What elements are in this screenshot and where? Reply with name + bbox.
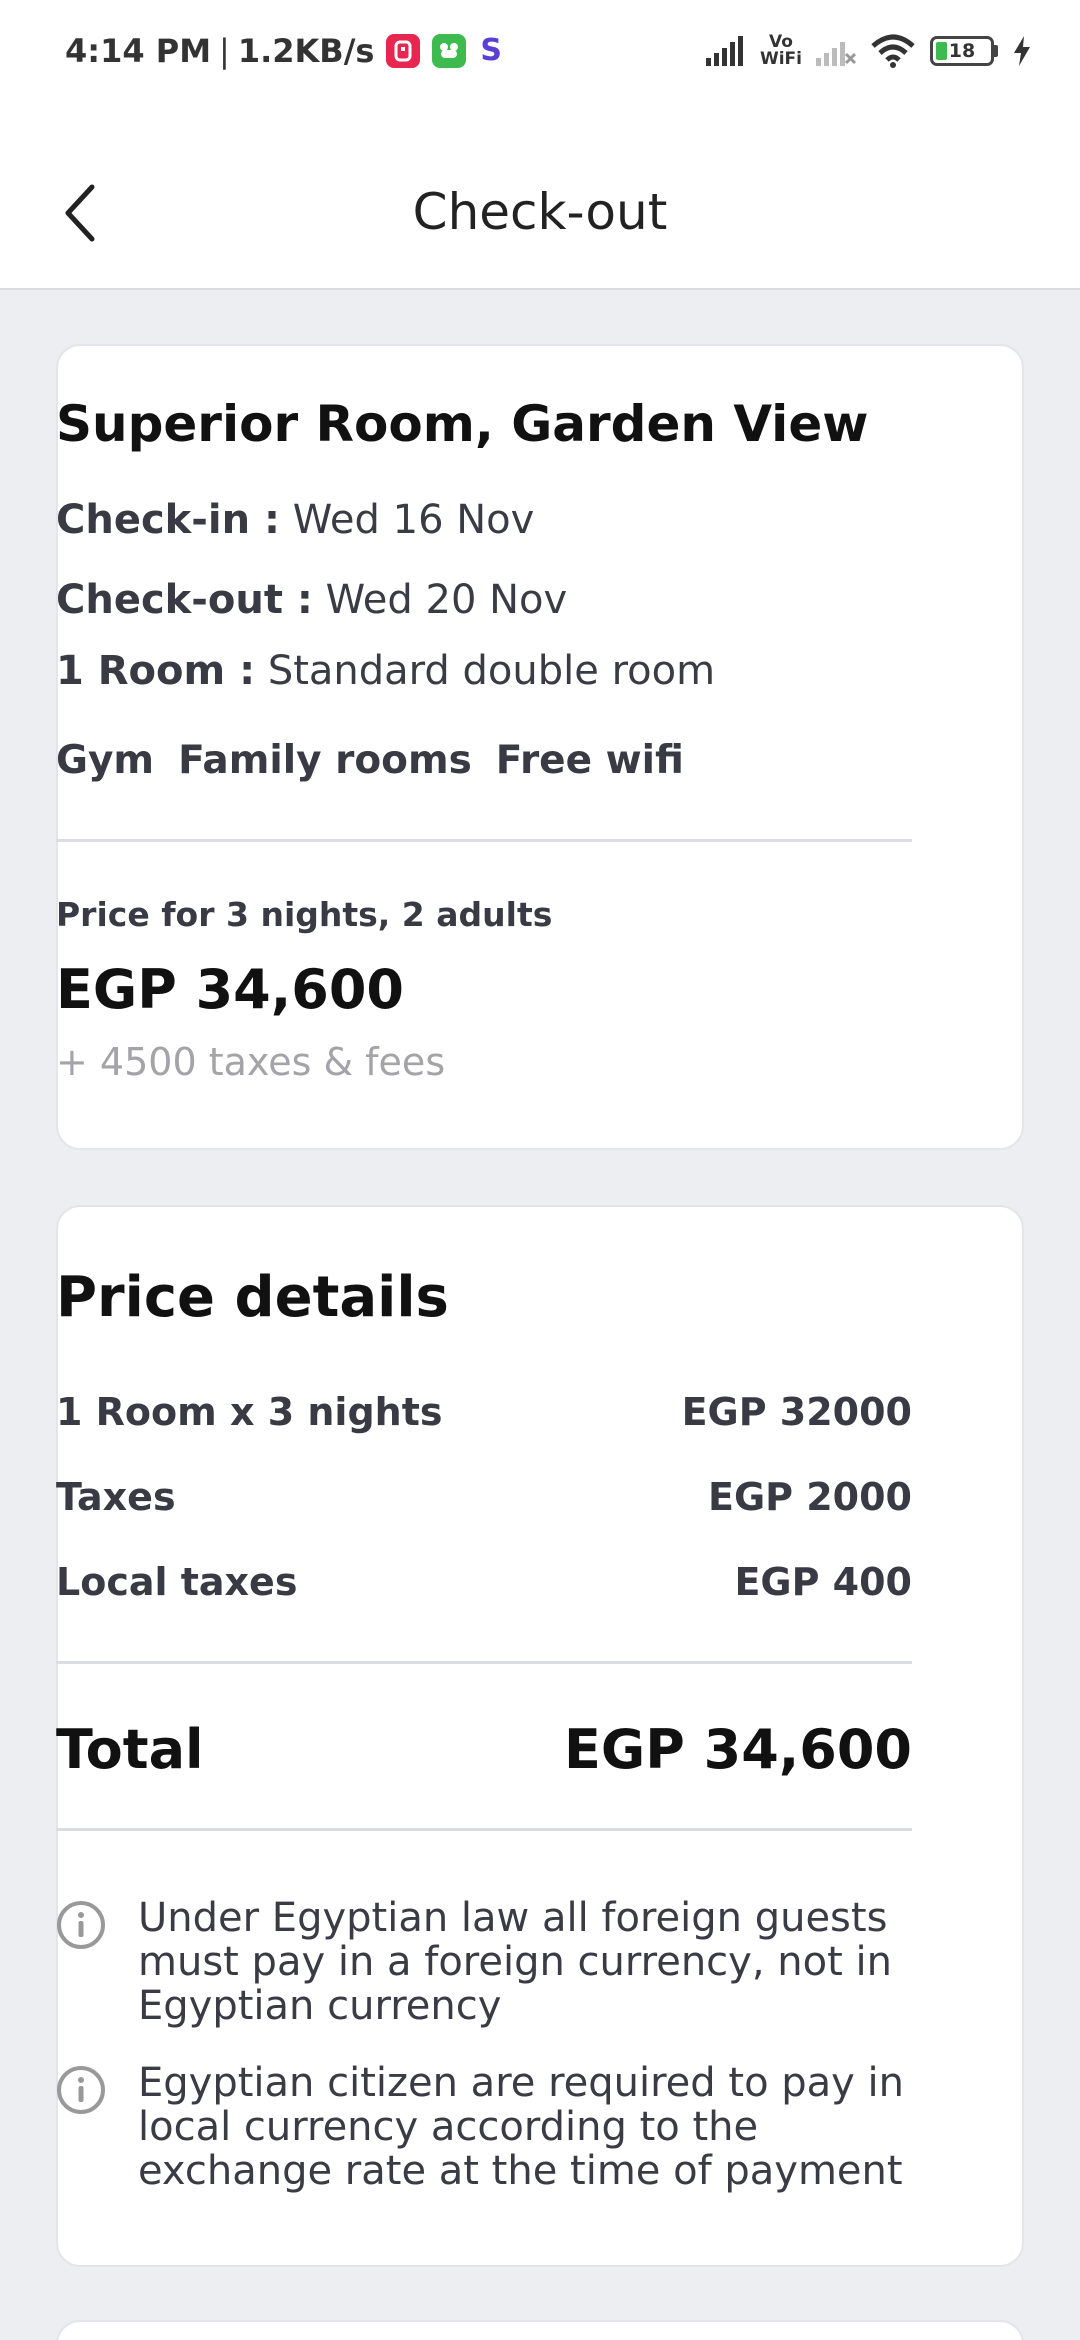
info-icon [57,2066,105,2114]
summary-divider [56,839,912,842]
price-row-value: EGP 400 [734,1560,912,1604]
check-in-line: Check-in : Wed 16 Nov [56,497,534,543]
price-row: Local taxes EGP 400 [56,1560,912,1604]
signal-no-service-icon [816,41,856,66]
amenity-family-rooms: Family rooms [178,738,472,783]
price-row-label: 1 Room x 3 nights [56,1390,443,1434]
price-for-label: Price for 3 nights, 2 adults [56,895,553,934]
status-bar: 4:14 PM | 1.2KB/s S Vo WiFi 18 [0,0,1080,135]
amenities-list: Gym Family rooms Free wifi [56,738,684,783]
separator-glyph: | [219,31,230,70]
info-note: Under Egyptian law all foreign guests mu… [56,1896,912,2028]
info-note: Egyptian citizen are required to pay in … [56,2061,912,2193]
info-note-text: Under Egyptian law all foreign guests mu… [138,1895,892,2029]
check-out-label: Check-out : [56,577,313,623]
price-row-label: Taxes [56,1475,176,1519]
rooms-line: 1 Room : Standard double room [56,648,715,694]
next-card-partial [56,2320,1024,2340]
price-divider [56,1661,912,1664]
status-right: Vo WiFi 18 [705,28,1032,73]
total-row: Total EGP 34,600 [56,1718,912,1781]
price-details-title: Price details [56,1265,449,1330]
price-amount: EGP 34,600 [56,958,404,1021]
price-row: 1 Room x 3 nights EGP 32000 [56,1390,912,1434]
amenity-gym: Gym [56,738,155,783]
info-icon [57,1901,105,1949]
frog-app-icon [432,33,467,68]
check-out-value: Wed 20 Nov [325,577,568,623]
status-left: 4:14 PM | 1.2KB/s S [65,28,502,73]
total-value: EGP 34,600 [564,1718,912,1781]
clock: 4:14 PM [65,31,212,70]
total-label: Total [56,1718,204,1781]
price-row-label: Local taxes [56,1560,298,1604]
battery-level: 18 [948,39,976,62]
price-row: Taxes EGP 2000 [56,1475,912,1519]
taxes-note: + 4500 taxes & fees [56,1040,446,1084]
info-note-text: Egyptian citizen are required to pay in … [138,2060,905,2194]
wifi-icon [871,34,915,68]
check-in-label: Check-in : [56,497,280,543]
vowifi-icon: Vo WiFi [759,31,802,69]
rooms-label: 1 Room : [56,648,256,694]
check-out-line: Check-out : Wed 20 Nov [56,577,567,623]
price-row-value: EGP 32000 [681,1390,912,1434]
signal-icon [705,35,743,66]
network-speed: 1.2KB/s [237,31,375,70]
total-divider [56,1828,912,1831]
charging-icon [1014,35,1030,66]
page-title: Check-out [412,183,668,241]
app-header: Check-out [0,135,1080,290]
check-in-value: Wed 16 Nov [292,497,535,543]
amenity-free-wifi: Free wifi [495,738,684,783]
battery-icon: 18 [930,35,998,66]
room-title: Superior Room, Garden View [56,395,869,453]
app-notification-icon [386,33,421,68]
price-row-value: EGP 2000 [708,1475,912,1519]
rooms-value: Standard double room [267,648,716,694]
s-app-icon: S [480,33,503,68]
